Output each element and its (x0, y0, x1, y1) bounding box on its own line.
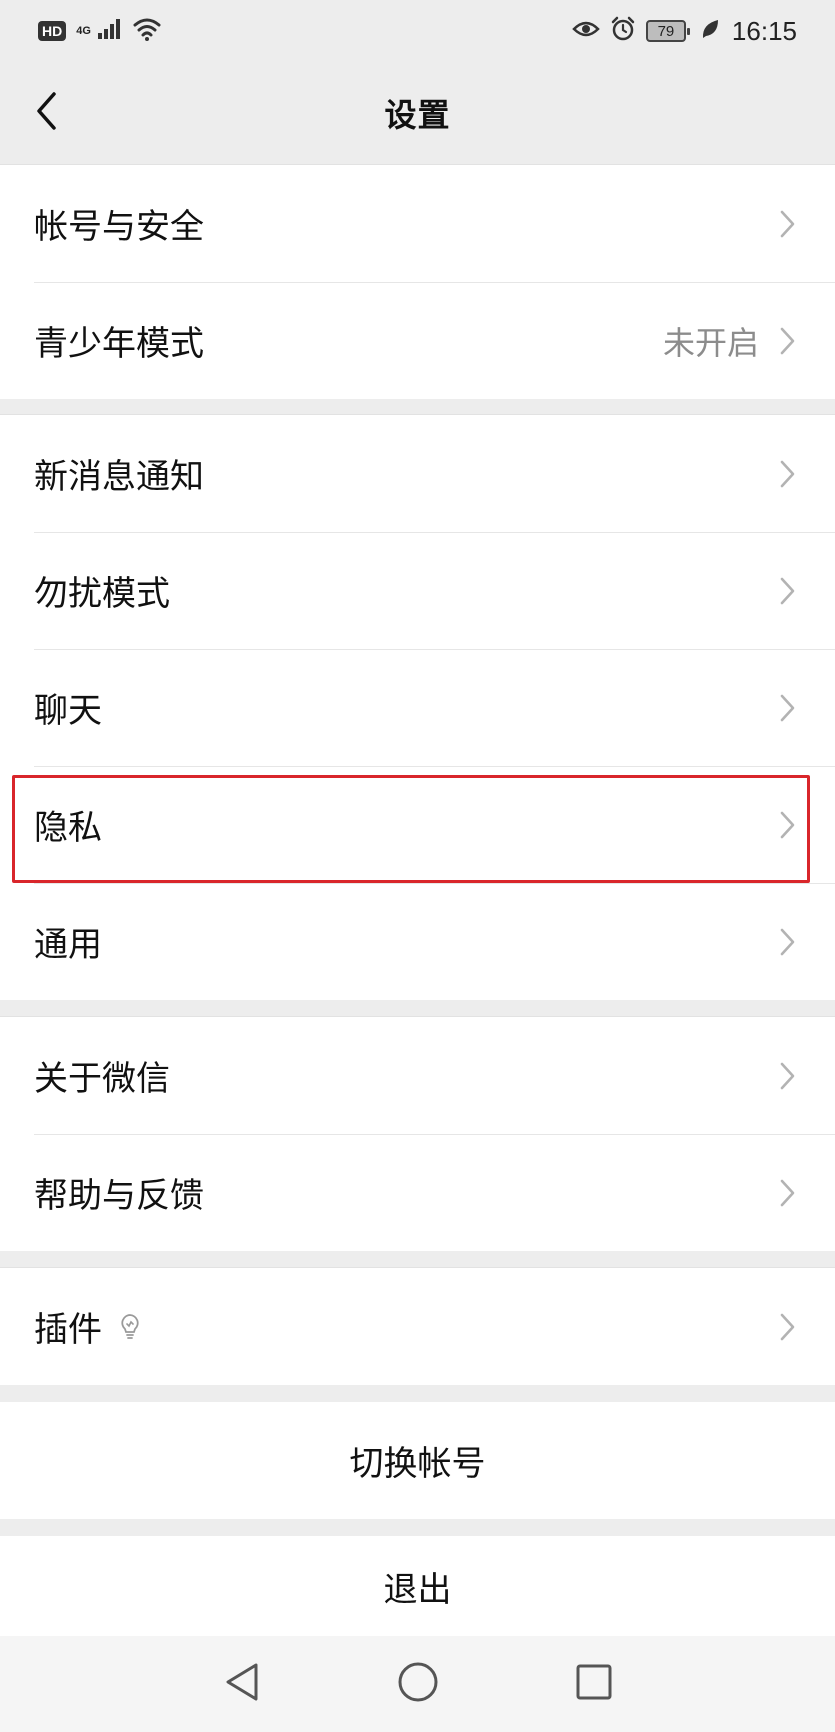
row-youth-mode[interactable]: 青少年模式 未开启 (0, 282, 835, 399)
back-arrow-icon (34, 91, 58, 135)
switch-account-label: 切换帐号 (349, 1444, 486, 1484)
chevron-right-icon (779, 926, 799, 958)
eye-icon (572, 19, 600, 43)
settings-group-general: 新消息通知 勿扰模式 聊天 隐私 通用 (0, 414, 835, 1000)
nav-bar: 设置 (0, 62, 835, 164)
row-new-message-notification[interactable]: 新消息通知 (0, 415, 835, 532)
row-label: 帐号与安全 (34, 207, 204, 247)
row-general[interactable]: 通用 (0, 883, 835, 1000)
chevron-right-icon (779, 208, 799, 240)
status-bar-right: 79 16:15 (572, 16, 797, 47)
alarm-icon (610, 16, 636, 46)
wifi-icon (133, 17, 161, 45)
row-about-wechat[interactable]: 关于微信 (0, 1017, 835, 1134)
settings-group-plugins: 插件 (0, 1267, 835, 1385)
chevron-right-icon (779, 809, 799, 841)
row-value: 未开启 (662, 323, 759, 362)
circle-home-icon (397, 1661, 439, 1707)
page-title: 设置 (384, 96, 451, 134)
logout-button[interactable]: 退出 (0, 1536, 835, 1636)
chevron-right-icon (779, 458, 799, 490)
row-label: 隐私 (34, 808, 102, 848)
settings-group-about: 关于微信 帮助与反馈 (0, 1016, 835, 1251)
row-help-feedback[interactable]: 帮助与反馈 (0, 1134, 835, 1251)
row-label: 勿扰模式 (34, 574, 170, 614)
signal-icon (97, 18, 123, 44)
chevron-right-icon (779, 1060, 799, 1092)
row-privacy[interactable]: 隐私 (0, 766, 835, 883)
system-nav-bar (0, 1636, 835, 1732)
row-label: 关于微信 (34, 1059, 170, 1099)
battery-icon: 79 (645, 20, 690, 42)
chevron-right-icon (779, 1311, 799, 1343)
network-type: 4G (76, 24, 91, 37)
lightbulb-icon (118, 1312, 144, 1342)
row-label: 通用 (34, 925, 102, 965)
chevron-right-icon (779, 575, 799, 607)
row-do-not-disturb[interactable]: 勿扰模式 (0, 532, 835, 649)
chevron-right-icon (779, 325, 799, 357)
row-plugins[interactable]: 插件 (0, 1268, 835, 1385)
leaf-icon (700, 18, 720, 44)
row-label: 新消息通知 (34, 457, 204, 497)
square-recent-icon (575, 1663, 613, 1705)
system-home-button[interactable] (378, 1654, 458, 1714)
back-button[interactable] (26, 90, 66, 136)
status-bar-left: HD 4G (38, 17, 161, 45)
row-label: 青少年模式 (34, 324, 204, 364)
system-recent-button[interactable] (554, 1654, 634, 1714)
row-account-security[interactable]: 帐号与安全 (0, 165, 835, 282)
row-chat[interactable]: 聊天 (0, 649, 835, 766)
switch-account-button[interactable]: 切换帐号 (0, 1402, 835, 1519)
logout-label: 退出 (383, 1569, 452, 1610)
settings-screen: HD 4G 79 16:15 设置 帐号与安全 青少年模式 未开启 新消息通知 … (0, 0, 835, 1732)
triangle-back-icon (222, 1661, 262, 1707)
status-time: 16:15 (731, 15, 797, 46)
row-label: 帮助与反馈 (34, 1176, 204, 1216)
row-label: 聊天 (34, 691, 102, 731)
row-label: 插件 (34, 1310, 102, 1350)
status-bar: HD 4G 79 16:15 (0, 0, 835, 62)
chevron-right-icon (779, 1177, 799, 1209)
settings-group-account: 帐号与安全 青少年模式 未开启 (0, 164, 835, 399)
system-back-button[interactable] (202, 1654, 282, 1714)
hd-badge: HD (38, 21, 67, 41)
chevron-right-icon (779, 692, 799, 724)
